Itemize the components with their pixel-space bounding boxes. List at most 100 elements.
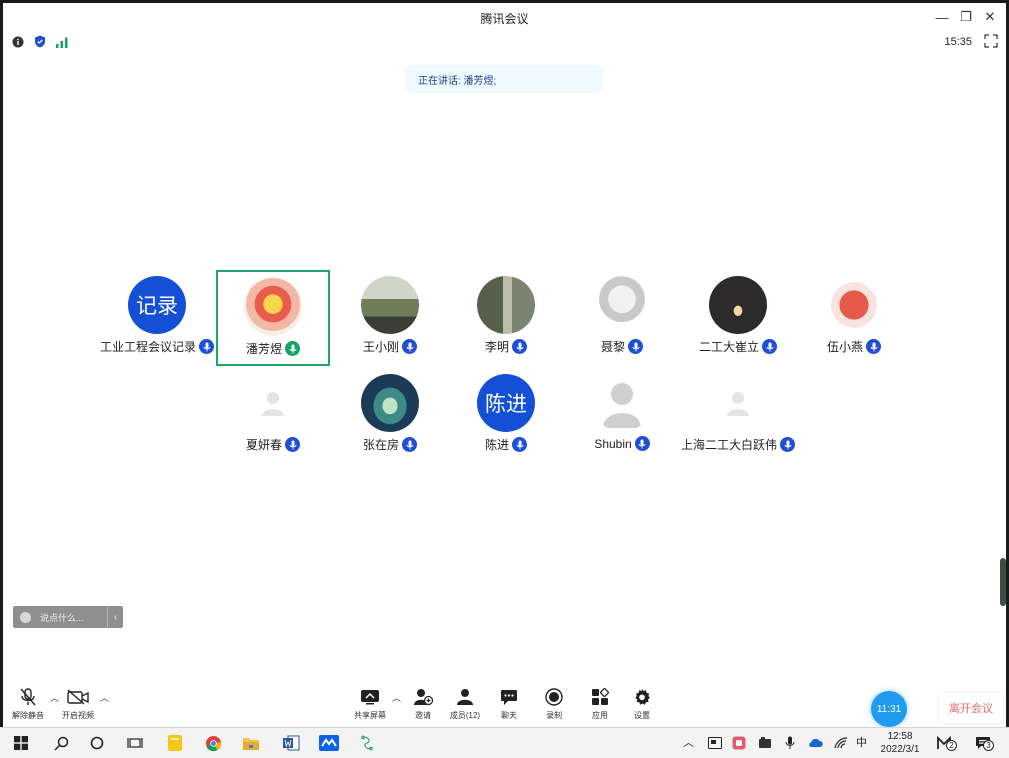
participant-name: 张在房: [362, 438, 399, 452]
microphone-icon: [199, 339, 214, 354]
record-button[interactable]: 录制: [532, 687, 576, 725]
unmute-button[interactable]: 解除静音: [6, 687, 50, 725]
participant-name: 王小刚: [362, 340, 399, 354]
chat-button[interactable]: 聊天: [487, 687, 531, 725]
apps-button[interactable]: 应用: [578, 687, 622, 725]
participant-name: 工业工程会议记录: [100, 340, 197, 354]
members-button[interactable]: 成员(12): [443, 687, 487, 725]
participant-tile[interactable]: 聂黎: [565, 270, 679, 366]
avatar: 记录: [128, 276, 186, 334]
microphone-speaking-icon: [285, 341, 300, 356]
meeting-toolbar: 解除静音 ︿ 开启视频 ︿ 共享屏幕 ︿ 邀请 成员(12) 聊天 录制 应用 …: [3, 683, 1006, 727]
windows-taskbar: ︿ 中 12:58 2022/3/1 2 3: [0, 727, 1009, 758]
microphone-icon: [512, 437, 527, 452]
participant-name: 二工大崔立: [698, 340, 759, 354]
settings-button[interactable]: 设置: [620, 687, 664, 725]
collapse-chat-icon[interactable]: ‹: [107, 606, 123, 628]
avatar: [477, 276, 535, 334]
onedrive-icon[interactable]: [804, 733, 826, 753]
participant-tile[interactable]: 李明: [449, 270, 563, 366]
tencent-meeting-icon[interactable]: [318, 733, 340, 753]
meeting-window: 腾讯会议 — ❐ ✕ 15:35 正在讲话: 潘芳煜; 记录 工业工程会议记录: [3, 3, 1006, 727]
wifi-icon[interactable]: [830, 733, 852, 753]
avatar: [825, 276, 883, 334]
participant-name: 陈进: [484, 438, 509, 452]
task-view-icon[interactable]: [124, 733, 146, 753]
tray-app-icon[interactable]: [704, 733, 726, 753]
windows-start-icon[interactable]: [10, 733, 32, 753]
participant-tile[interactable]: Shubin: [565, 368, 679, 464]
notification-badge: 2: [946, 740, 957, 751]
chat-placeholder: 说点什么...: [40, 612, 84, 623]
microphone-icon: [402, 339, 417, 354]
chat-input[interactable]: 说点什么... ‹: [13, 606, 123, 628]
action-center-badge: 3: [983, 740, 994, 751]
close-button[interactable]: ✕: [978, 7, 1002, 27]
microphone-icon: [634, 436, 650, 451]
share-screen-button[interactable]: 共享屏幕: [348, 687, 392, 725]
microphone-icon: [512, 339, 527, 354]
show-hidden-icons-chevron-icon[interactable]: ︿: [683, 734, 694, 750]
participant-name: 聂黎: [600, 340, 625, 354]
tray-microphone-icon[interactable]: [779, 733, 801, 753]
wechat-icon[interactable]: [356, 733, 378, 753]
participant-tile[interactable]: 上海二工大白跃伟: [681, 368, 795, 464]
emoji-icon[interactable]: [20, 611, 31, 623]
avatar: [244, 278, 302, 336]
microphone-icon: [285, 437, 300, 452]
ime-indicator[interactable]: 中: [856, 734, 867, 750]
avatar: [593, 276, 651, 334]
side-panel-handle[interactable]: [1000, 558, 1006, 606]
speaking-indicator: 正在讲话: 潘芳煜;: [405, 65, 603, 93]
signal-icon[interactable]: [56, 35, 68, 53]
participant-tile-active[interactable]: 潘芳煜: [216, 270, 330, 366]
default-avatar-icon: [244, 374, 302, 432]
participant-name: 李明: [484, 340, 509, 354]
fullscreen-icon[interactable]: [984, 34, 998, 48]
participant-name: Shubin: [594, 436, 632, 451]
minimize-button[interactable]: —: [930, 7, 954, 27]
microphone-icon: [866, 339, 881, 354]
meeting-info-bar: 15:35: [3, 31, 1006, 55]
microphone-icon: [402, 437, 417, 452]
avatar: 陈进: [477, 374, 535, 432]
avatar: [709, 276, 767, 334]
microphone-icon: [780, 437, 795, 452]
participant-name: 潘芳煜: [245, 342, 282, 356]
participant-tile[interactable]: 王小刚: [333, 270, 447, 366]
video-options-chevron-icon[interactable]: ︿: [100, 691, 109, 704]
participant-tile[interactable]: 记录 工业工程会议记录: [100, 270, 214, 366]
start-video-button[interactable]: 开启视频: [56, 687, 100, 725]
microphone-icon: [762, 339, 777, 354]
restore-button[interactable]: ❐: [954, 7, 978, 27]
shield-icon[interactable]: [34, 35, 46, 53]
avatar: [361, 374, 419, 432]
microphone-icon: [628, 339, 643, 354]
meeting-clock: 15:35: [944, 36, 972, 48]
leave-meeting-button[interactable]: 离开会议: [939, 693, 1003, 723]
avatar: [361, 276, 419, 334]
participant-name: 上海二工大白跃伟: [681, 438, 778, 452]
share-options-chevron-icon[interactable]: ︿: [392, 691, 401, 704]
word-icon[interactable]: [280, 733, 302, 753]
participant-name: 伍小燕: [826, 340, 863, 354]
cortana-icon[interactable]: [86, 733, 108, 753]
floating-timer-badge[interactable]: 11:31: [871, 691, 907, 727]
notes-app-icon[interactable]: [164, 733, 186, 753]
participant-tile[interactable]: 二工大崔立: [681, 270, 795, 366]
invite-button[interactable]: 邀请: [401, 687, 445, 725]
window-title: 腾讯会议: [480, 12, 529, 26]
participant-tile[interactable]: 陈进 陈进: [449, 368, 563, 464]
participant-tile[interactable]: 张在房: [333, 368, 447, 464]
chrome-icon[interactable]: [202, 733, 224, 753]
participant-tile[interactable]: 夏妍春: [216, 368, 330, 464]
tray-red-app-icon[interactable]: [728, 733, 750, 753]
participant-tile[interactable]: 伍小燕: [797, 270, 911, 366]
system-clock[interactable]: 12:58 2022/3/1: [873, 730, 927, 756]
tray-device-icon[interactable]: [754, 733, 776, 753]
search-icon[interactable]: [50, 733, 72, 753]
title-bar: 腾讯会议 — ❐ ✕: [3, 3, 1006, 31]
participant-name: 夏妍春: [245, 438, 282, 452]
file-explorer-icon[interactable]: [240, 733, 262, 753]
info-icon[interactable]: [12, 35, 24, 53]
